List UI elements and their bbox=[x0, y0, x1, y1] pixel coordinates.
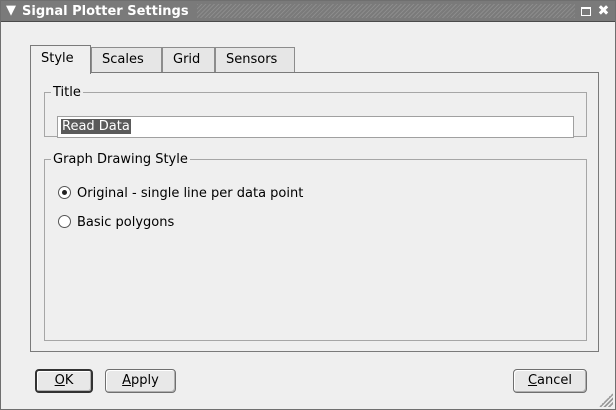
graph-drawing-style-group: Graph Drawing Style Original - single li… bbox=[44, 152, 587, 341]
settings-dialog: ▼ Signal Plotter Settings ✖ Style Scales… bbox=[0, 0, 616, 410]
title-input[interactable]: Read Data bbox=[57, 116, 574, 138]
radio-original[interactable]: Original - single line per data point bbox=[58, 185, 303, 203]
apply-mnemonic: A bbox=[122, 373, 132, 388]
ok-button[interactable]: OK bbox=[35, 369, 93, 393]
title-bar[interactable]: ▼ Signal Plotter Settings ✖ bbox=[1, 1, 615, 22]
title-group: Title Read Data bbox=[44, 85, 587, 138]
radio-basic-polygons[interactable]: Basic polygons bbox=[58, 214, 174, 232]
title-group-legend: Title bbox=[53, 85, 81, 100]
resize-grip-icon[interactable] bbox=[599, 393, 613, 407]
title-input-value: Read Data bbox=[61, 119, 131, 134]
title-bar-texture bbox=[197, 4, 575, 18]
radio-unchecked-icon[interactable] bbox=[58, 215, 71, 228]
tab-scales[interactable]: Scales bbox=[91, 47, 162, 72]
ok-mnemonic: O bbox=[54, 373, 65, 388]
style-tab-panel: Title Read Data Graph Drawing Style Orig… bbox=[30, 72, 599, 352]
cancel-mnemonic: C bbox=[527, 373, 538, 388]
apply-button[interactable]: Apply bbox=[105, 369, 176, 393]
graph-drawing-style-legend: Graph Drawing Style bbox=[53, 152, 188, 167]
maximize-icon[interactable] bbox=[578, 4, 593, 19]
chevron-down-icon[interactable]: ▼ bbox=[3, 3, 19, 19]
radio-checked-icon[interactable] bbox=[58, 186, 71, 199]
apply-label-rest: pply bbox=[131, 373, 159, 388]
window-title: Signal Plotter Settings bbox=[22, 4, 189, 19]
radio-original-label: Original - single line per data point bbox=[77, 186, 304, 201]
cancel-button[interactable]: Cancel bbox=[513, 369, 587, 393]
ok-label-rest: K bbox=[64, 373, 74, 388]
close-icon[interactable]: ✖ bbox=[596, 4, 611, 19]
tab-grid[interactable]: Grid bbox=[162, 47, 215, 72]
radio-basic-polygons-label: Basic polygons bbox=[77, 215, 175, 230]
cancel-label-rest: ancel bbox=[537, 373, 573, 388]
tab-style[interactable]: Style bbox=[30, 45, 91, 74]
tab-sensors[interactable]: Sensors bbox=[215, 47, 295, 72]
